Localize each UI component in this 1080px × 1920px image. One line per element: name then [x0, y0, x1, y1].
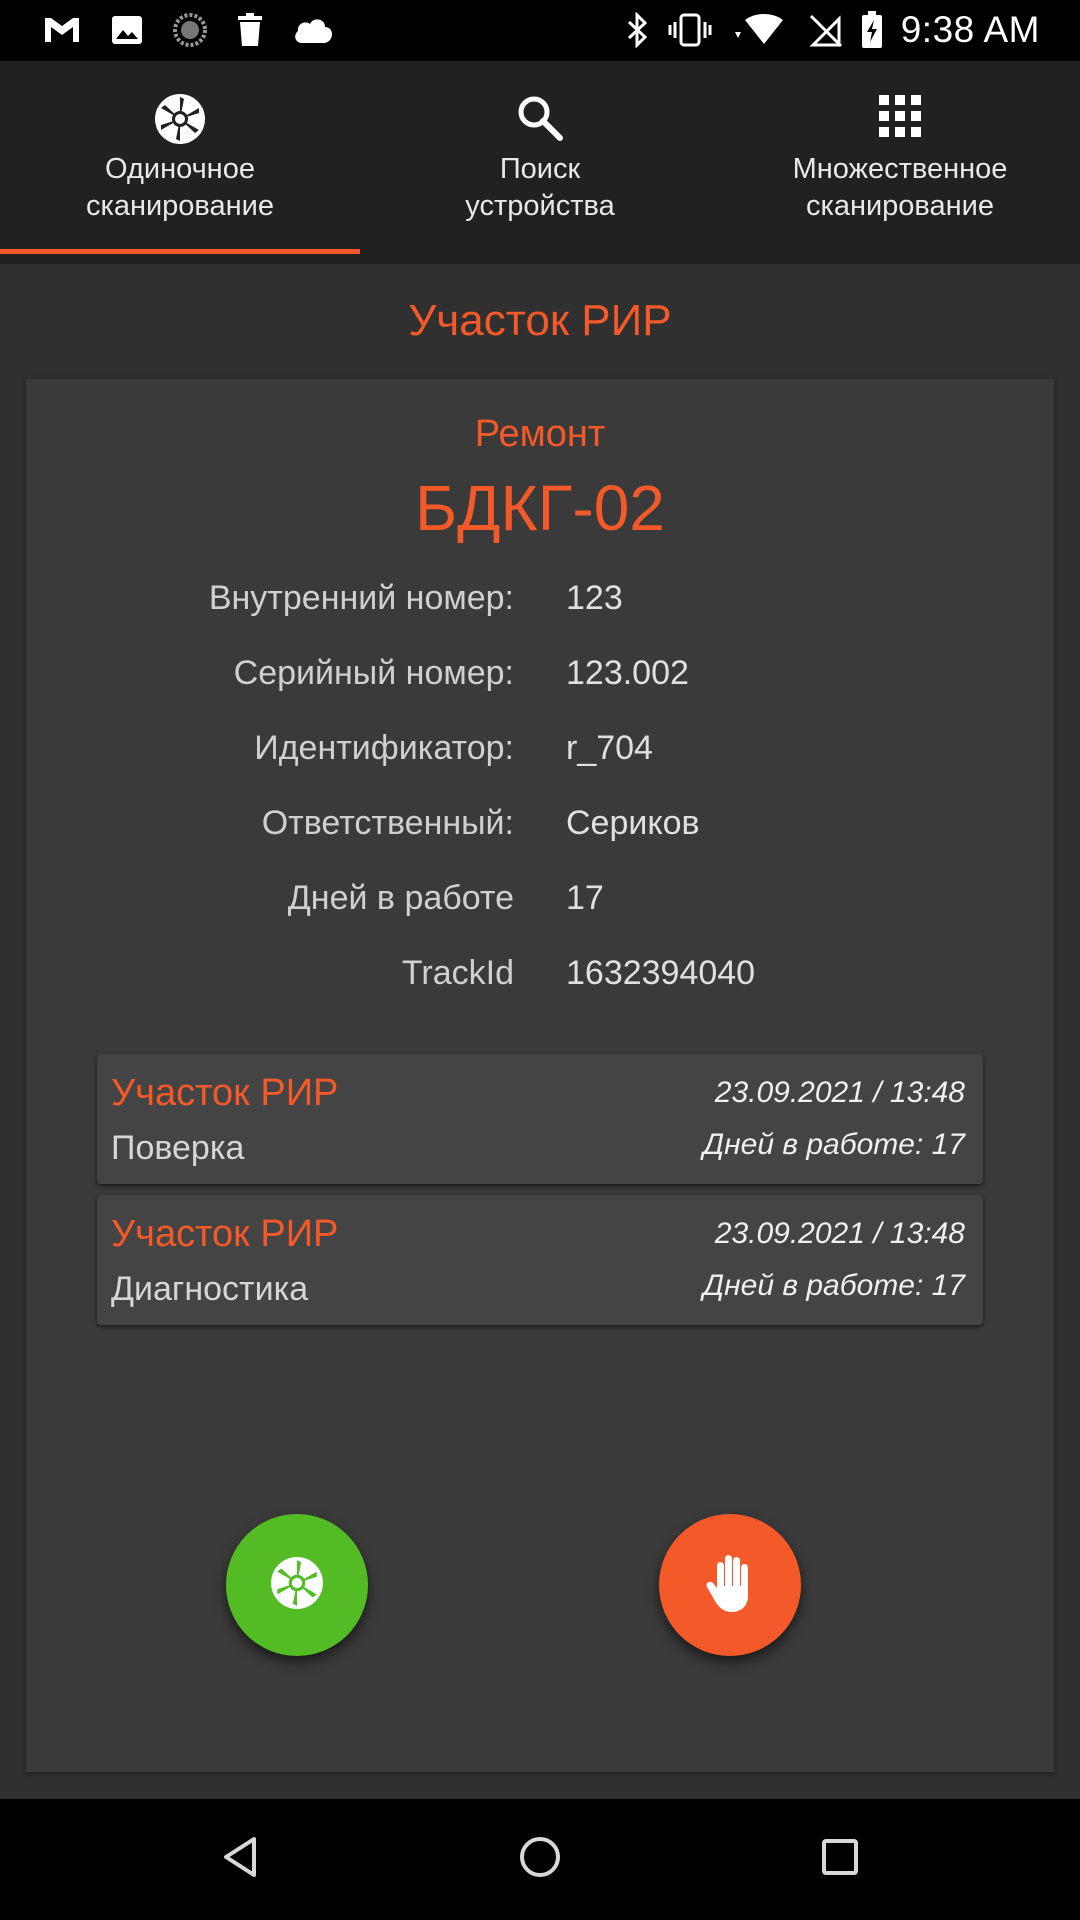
- info-row-identifier: Идентификатор: r_704: [26, 729, 1054, 779]
- tab-label: Множественное сканирование: [792, 153, 1008, 222]
- info-value: 17: [566, 879, 604, 917]
- device-name: БДКГ-02: [415, 472, 665, 544]
- wifi-icon: [731, 12, 791, 48]
- history-datetime: 23.09.2021 / 13:48: [714, 1076, 965, 1109]
- sync-progress-icon: [172, 12, 208, 48]
- history-area: Участок РИР: [111, 1213, 339, 1255]
- history-days: Дней в работе: 17: [703, 1128, 965, 1161]
- info-key: Идентификатор:: [254, 729, 514, 767]
- info-value: r_704: [566, 729, 653, 767]
- hand-stop-icon: [705, 1552, 755, 1619]
- scan-button[interactable]: [226, 1514, 368, 1656]
- device-status: Ремонт: [474, 413, 606, 455]
- image-icon: [110, 13, 144, 47]
- recents-icon: [820, 1837, 860, 1882]
- no-sim-icon: [809, 12, 843, 48]
- info-row-track-id: TrackId 1632394040: [26, 954, 1054, 1004]
- info-value: Сериков: [566, 804, 700, 842]
- tab-label: Одиночное сканирование: [86, 153, 274, 222]
- stop-button[interactable]: [659, 1514, 801, 1656]
- navigation-bar: [0, 1799, 1080, 1920]
- back-icon: [220, 1835, 260, 1884]
- info-key: Внутренний номер:: [208, 579, 514, 617]
- trash-icon: [236, 13, 264, 47]
- history-datetime: 23.09.2021 / 13:48: [714, 1217, 965, 1250]
- history-days: Дней в работе: 17: [703, 1269, 965, 1302]
- info-value: 123: [566, 579, 623, 617]
- history-operation: Поверка: [111, 1129, 245, 1167]
- info-value: 123.002: [566, 654, 689, 692]
- info-value: 1632394040: [566, 954, 756, 992]
- home-icon: [518, 1835, 562, 1884]
- status-bar: 9:38 AM: [0, 0, 1080, 61]
- cloud-icon: [292, 15, 334, 45]
- info-key: Серийный номер:: [233, 654, 514, 692]
- back-button[interactable]: [200, 1819, 280, 1899]
- section-title: Участок РИР: [408, 296, 672, 345]
- clock: 9:38 AM: [900, 9, 1040, 50]
- shutter-icon: [154, 93, 206, 144]
- tab-bar: Одиночное сканирование Поиск устройства: [0, 61, 1080, 264]
- info-row-internal-number: Внутренний номер: 123: [26, 579, 1054, 629]
- info-key: Дней в работе: [287, 879, 514, 917]
- history-area: Участок РИР: [111, 1072, 339, 1114]
- grid-icon: [877, 93, 923, 143]
- recents-button[interactable]: [800, 1819, 880, 1899]
- shutter-icon: [270, 1556, 324, 1615]
- home-button[interactable]: [500, 1819, 580, 1899]
- bluetooth-icon: [627, 12, 649, 48]
- history-operation: Диагностика: [111, 1270, 309, 1308]
- tab-single-scan[interactable]: Одиночное сканирование: [0, 61, 360, 264]
- info-key: TrackId: [401, 954, 514, 992]
- main-content: Участок РИР Ремонт БДКГ-02 Внутренний но…: [0, 264, 1080, 1799]
- notification-icons: [42, 8, 334, 52]
- battery-charging-icon: [861, 11, 883, 49]
- tab-device-search[interactable]: Поиск устройства: [360, 61, 720, 264]
- vibrate-icon: [667, 12, 713, 48]
- info-row-responsible: Ответственный: Сериков: [26, 804, 1054, 854]
- info-row-days-in-work: Дней в работе 17: [26, 879, 1054, 929]
- info-row-serial-number: Серийный номер: 123.002: [26, 654, 1054, 704]
- active-tab-indicator: [0, 249, 360, 254]
- history-item[interactable]: Участок РИР Поверка 23.09.2021 / 13:48 Д…: [97, 1054, 983, 1184]
- history-item[interactable]: Участок РИР Диагностика 23.09.2021 / 13:…: [97, 1195, 983, 1325]
- device-card: Ремонт БДКГ-02 Внутренний номер: 123 Сер…: [26, 379, 1054, 1772]
- gmail-icon: [42, 14, 82, 46]
- search-icon: [515, 93, 565, 143]
- tab-label: Поиск устройства: [465, 153, 615, 222]
- tab-multi-scan[interactable]: Множественное сканирование: [720, 61, 1080, 264]
- info-key: Ответственный:: [261, 804, 514, 842]
- system-icons: 9:38 AM: [627, 6, 1040, 54]
